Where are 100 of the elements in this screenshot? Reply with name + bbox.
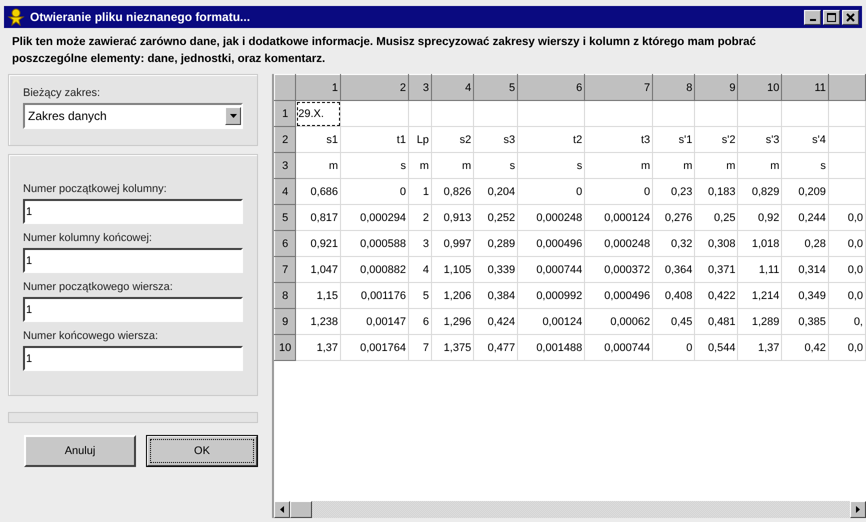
table-cell[interactable]: 0 [340,178,408,204]
table-cell[interactable]: Lp [408,126,432,152]
table-cell[interactable]: s'3 [738,126,782,152]
scroll-left-button[interactable] [274,501,290,518]
table-cell[interactable]: 0,364 [652,256,695,282]
table-cell[interactable]: 0,00147 [340,308,408,334]
table-cell[interactable]: 0,32 [652,230,695,256]
table-cell[interactable]: 0,0 [828,204,866,230]
table-cell[interactable]: 1,37 [296,334,341,360]
table-cell[interactable]: 0,209 [782,178,828,204]
table-cell[interactable]: 0,000744 [584,334,653,360]
column-header[interactable]: 2 [340,74,408,100]
minimize-button[interactable] [804,10,821,24]
scroll-right-button[interactable] [850,501,866,518]
table-cell[interactable]: 0,477 [474,334,518,360]
table-cell[interactable]: s'1 [652,126,695,152]
table-cell[interactable]: 1,296 [431,308,474,334]
table-cell[interactable]: s [518,152,585,178]
horizontal-scrollbar[interactable] [274,501,866,518]
table-cell[interactable]: 0,23 [652,178,695,204]
table-cell[interactable] [340,100,408,126]
row-header[interactable]: 1 [274,100,296,126]
range-dropdown[interactable]: Zakres danych [23,103,243,129]
table-cell[interactable]: 1,206 [431,282,474,308]
table-cell[interactable]: s2 [431,126,474,152]
table-cell[interactable]: 0,0 [828,334,866,360]
table-cell[interactable]: 3 [408,230,432,256]
table-cell[interactable]: 7 [408,334,432,360]
maximize-button[interactable] [823,10,840,24]
table-cell[interactable]: 0,314 [782,256,828,282]
table-cell[interactable]: 0,000294 [340,204,408,230]
table-cell[interactable]: 0,252 [474,204,518,230]
column-header[interactable]: 11 [782,74,828,100]
table-cell[interactable]: 0,424 [474,308,518,334]
row-header[interactable]: 6 [274,230,296,256]
row-header[interactable]: 7 [274,256,296,282]
table-cell[interactable]: 0,000124 [584,204,653,230]
table-cell[interactable]: 0,001176 [340,282,408,308]
table-cell[interactable]: m [652,152,695,178]
table-cell[interactable]: 0,000992 [518,282,585,308]
table-cell[interactable]: 0, [828,308,866,334]
table-cell[interactable]: s1 [296,126,341,152]
table-cell[interactable]: 0,349 [782,282,828,308]
column-header[interactable]: 7 [584,74,653,100]
table-cell[interactable]: 0,000496 [584,282,653,308]
table-cell[interactable]: 0,25 [694,204,738,230]
table-cell[interactable]: 0,686 [296,178,341,204]
table-cell[interactable]: 0,829 [738,178,782,204]
table-cell[interactable]: 1,375 [431,334,474,360]
table-cell[interactable]: 29.X. [296,100,341,126]
table-cell[interactable]: 0,45 [652,308,695,334]
table-cell[interactable] [652,100,695,126]
table-cell[interactable]: t2 [518,126,585,152]
close-button[interactable] [842,10,859,24]
column-header[interactable] [828,74,866,100]
table-cell[interactable]: 0,339 [474,256,518,282]
table-cell[interactable]: 4 [408,256,432,282]
column-header[interactable]: 3 [408,74,432,100]
row-header[interactable]: 9 [274,308,296,334]
table-cell[interactable]: 0,001488 [518,334,585,360]
row-header[interactable]: 5 [274,204,296,230]
table-cell[interactable]: 0,276 [652,204,695,230]
table-cell[interactable]: 0,183 [694,178,738,204]
table-cell[interactable]: m [431,152,474,178]
table-cell[interactable]: 0,384 [474,282,518,308]
table-cell[interactable] [738,100,782,126]
input-field[interactable]: 1 [23,346,243,371]
table-cell[interactable]: s'2 [694,126,738,152]
table-cell[interactable]: m [694,152,738,178]
table-cell[interactable]: 0,997 [431,230,474,256]
table-cell[interactable]: 0,0 [828,256,866,282]
column-header[interactable]: 9 [694,74,738,100]
table-cell[interactable] [474,100,518,126]
table-cell[interactable] [694,100,738,126]
table-cell[interactable]: 0,000882 [340,256,408,282]
table-cell[interactable] [828,100,866,126]
table-cell[interactable] [408,100,432,126]
table-cell[interactable] [828,126,866,152]
table-cell[interactable]: 0,000372 [584,256,653,282]
table-cell[interactable]: 6 [408,308,432,334]
table-cell[interactable]: 0,28 [782,230,828,256]
row-header[interactable]: 4 [274,178,296,204]
table-cell[interactable]: 0,000248 [584,230,653,256]
table-cell[interactable]: 0 [652,334,695,360]
table-cell[interactable]: 0,0 [828,282,866,308]
row-header[interactable]: 2 [274,126,296,152]
table-cell[interactable]: 0,371 [694,256,738,282]
table-cell[interactable]: 0,817 [296,204,341,230]
column-header[interactable]: 4 [431,74,474,100]
dialog-button[interactable]: OK [146,435,258,467]
table-cell[interactable]: s3 [474,126,518,152]
row-header[interactable]: 3 [274,152,296,178]
table-cell[interactable]: m [584,152,653,178]
table-cell[interactable] [584,100,653,126]
table-cell[interactable]: 0,92 [738,204,782,230]
table-cell[interactable] [828,178,866,204]
table-cell[interactable]: 0,000744 [518,256,585,282]
table-cell[interactable]: s [474,152,518,178]
input-field[interactable]: 1 [23,199,243,224]
table-cell[interactable]: 0,204 [474,178,518,204]
